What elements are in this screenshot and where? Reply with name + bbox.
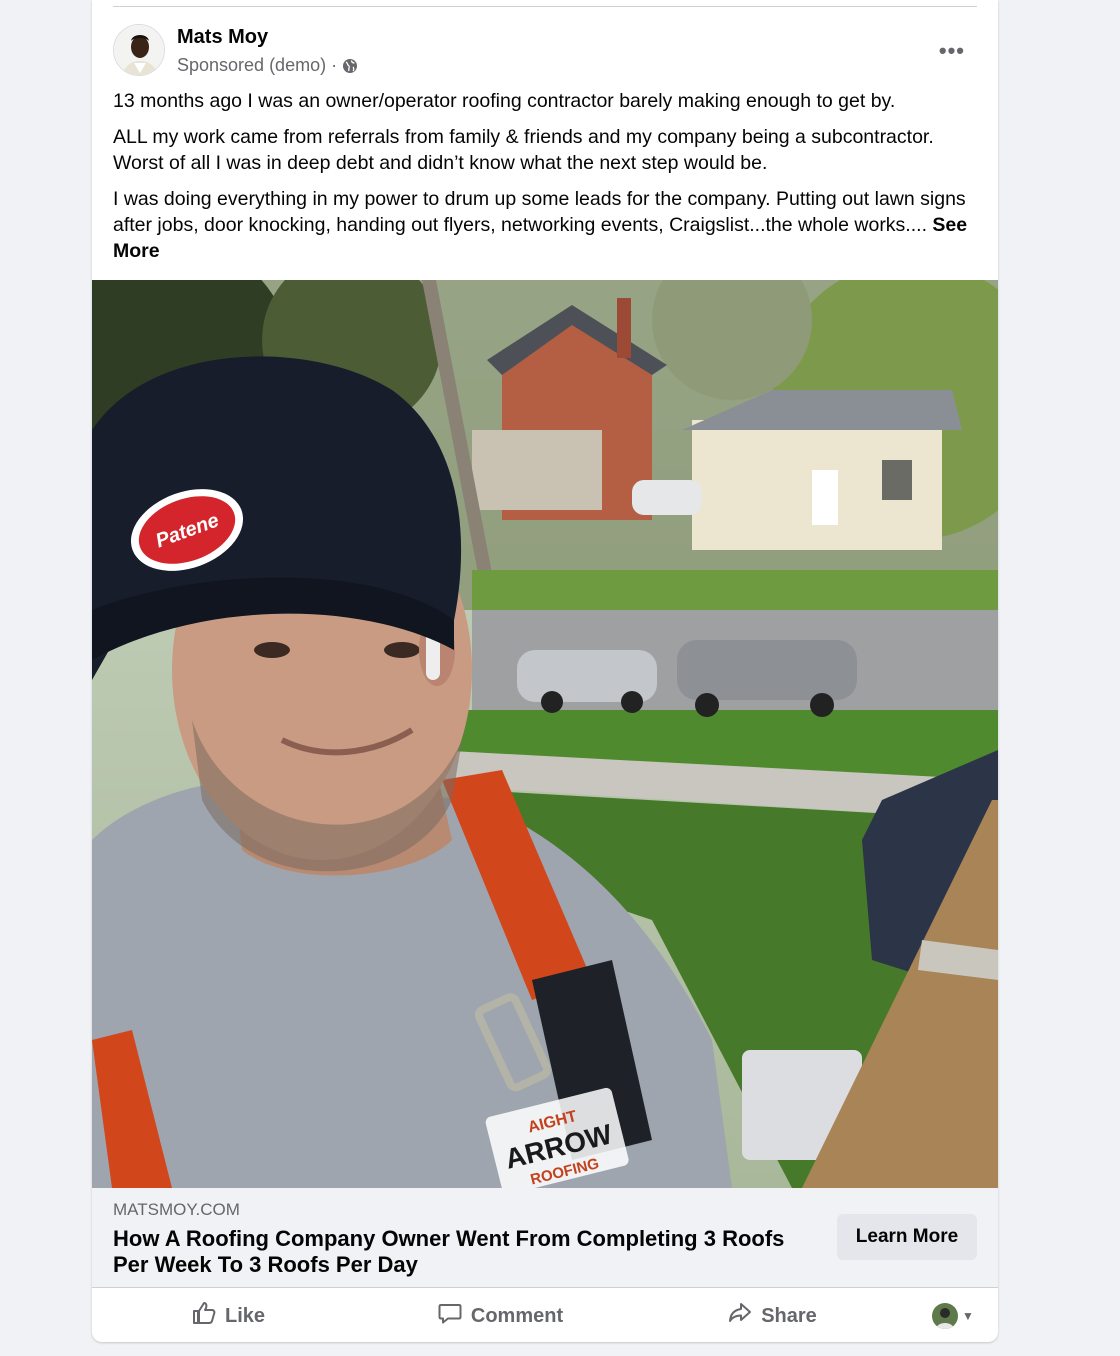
post-body: 13 months ago I was an owner/operator ro… xyxy=(113,88,977,274)
post-meta: Sponsored (demo) · xyxy=(177,55,358,76)
like-button[interactable]: Like xyxy=(92,1294,364,1338)
share-button[interactable]: Share xyxy=(636,1294,908,1338)
comment-button[interactable]: Comment xyxy=(364,1294,636,1338)
meta-separator: · xyxy=(331,55,338,75)
user-avatar xyxy=(932,1303,959,1329)
post-paragraph-text: I was doing everything in my power to dr… xyxy=(113,188,966,236)
speech-bubble-icon xyxy=(437,1300,463,1332)
more-options-icon[interactable]: ••• xyxy=(939,38,965,64)
link-headline[interactable]: How A Roofing Company Owner Went From Co… xyxy=(113,1226,813,1278)
chevron-down-icon: ▼ xyxy=(962,1309,974,1323)
share-arrow-icon xyxy=(727,1300,753,1332)
author-avatar[interactable] xyxy=(113,24,165,76)
ad-post-card: Mats Moy Sponsored (demo) · ••• 13 month… xyxy=(92,0,998,1342)
share-label: Share xyxy=(761,1304,817,1327)
globe-icon[interactable] xyxy=(342,58,358,74)
link-domain: MATSMOY.COM xyxy=(113,1200,240,1219)
like-label: Like xyxy=(224,1304,266,1327)
ad-photo[interactable]: AIGHT ARROW ROOFING Patene xyxy=(92,280,998,1188)
author-name[interactable]: Mats Moy xyxy=(177,26,268,49)
comment-label: Comment xyxy=(470,1304,564,1327)
post-paragraph: 13 months ago I was an owner/operator ro… xyxy=(113,90,896,112)
post-paragraph: ALL my work came from referrals from fam… xyxy=(113,126,934,174)
post-paragraph: I was doing everything in my power to dr… xyxy=(113,186,977,264)
audience-selector[interactable]: ▼ xyxy=(908,1303,998,1329)
sponsored-label[interactable]: Sponsored (demo) xyxy=(177,55,326,76)
learn-more-button[interactable]: Learn More xyxy=(837,1214,977,1260)
divider xyxy=(113,6,977,7)
link-preview[interactable]: MATSMOY.COM How A Roofing Company Owner … xyxy=(92,1188,998,1288)
post-header: Mats Moy Sponsored (demo) · ••• xyxy=(113,24,977,80)
thumbs-up-icon xyxy=(191,1300,217,1332)
action-bar: Like Comment Share ▼ xyxy=(92,1290,998,1342)
